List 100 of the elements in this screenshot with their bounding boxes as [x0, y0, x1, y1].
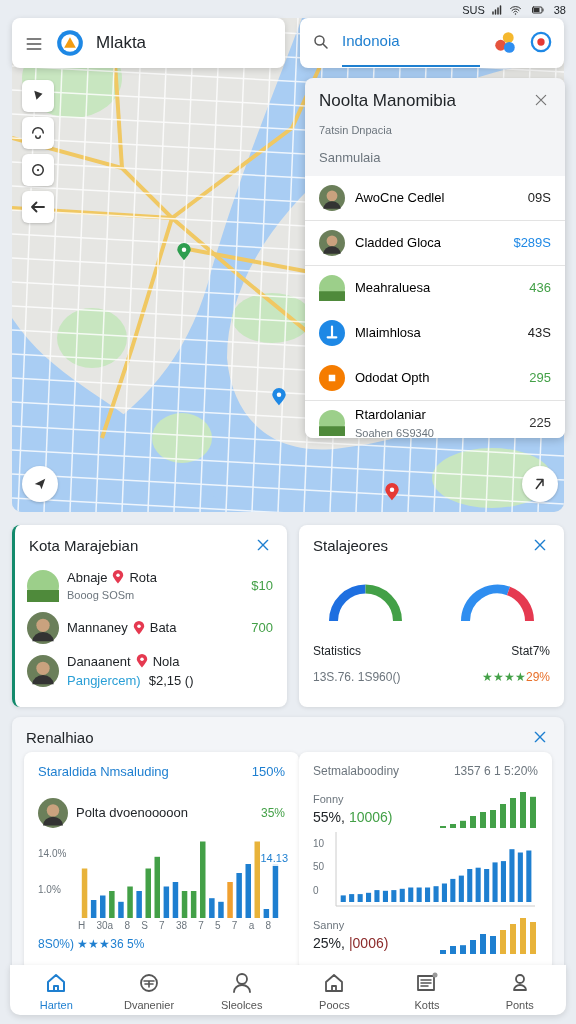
chart-bar: [492, 862, 498, 902]
item-name: Cladded Gloca: [355, 233, 442, 252]
card-title: Stalajeores: [313, 536, 389, 556]
item-value: 43S: [527, 324, 551, 343]
user-button[interactable]: [22, 117, 54, 149]
person-detail: Booog SOSm: [67, 588, 136, 603]
place-label: Nola: [152, 652, 180, 671]
chart-bar: [163, 886, 170, 918]
list-item[interactable]: Rtardolaniar Soahen 6S9340 225: [305, 400, 565, 438]
list-item[interactable]: Ododat Opth 295: [305, 355, 565, 401]
chart-bar: [272, 863, 279, 918]
list-item[interactable]: Cladded Gloca $289S: [305, 220, 565, 266]
list-item[interactable]: Meahraluesa 436: [305, 265, 565, 311]
chart-bar: [399, 888, 405, 902]
chart-bar: [90, 899, 97, 918]
person-name: Danaanent: [67, 652, 131, 671]
metric-detail: |0006): [348, 934, 389, 953]
chart-bar: [374, 890, 380, 902]
chart-bar: [127, 886, 133, 918]
chart-bar: [145, 868, 151, 918]
nav-tab[interactable]: Dvanenier: [102, 965, 196, 1015]
chart-bar: [470, 816, 476, 828]
chart-bar: [218, 901, 224, 918]
chart-bar: [517, 852, 523, 902]
avatar-placeholder: [38, 797, 68, 828]
item-name: Mlaimhlosa: [355, 324, 422, 343]
chart-bar: [467, 869, 473, 902]
chart-value: 1357 6 1 5:20%: [453, 763, 538, 780]
logo-icon: [56, 29, 84, 57]
search-field[interactable]: Indonoia: [300, 18, 564, 68]
chart-bar: [357, 894, 363, 902]
chart-bar: [460, 820, 466, 828]
nav-tab[interactable]: Poocs: [288, 965, 381, 1015]
photo-placeholder: [27, 569, 59, 602]
chart-title: Staraldida Nmsaluding: [38, 763, 169, 781]
flag-button[interactable]: [22, 80, 54, 112]
chart-bar: [500, 804, 506, 828]
gauge-label: Stat7%: [511, 642, 550, 660]
list-item[interactable]: Mlaimhlosa 43S: [305, 310, 565, 356]
item-value: 436: [529, 279, 551, 298]
tag-icon: [319, 364, 345, 391]
globe-icon: [137, 971, 161, 995]
section-label: Sanmulaia: [318, 149, 382, 167]
item-value: $289S: [513, 233, 551, 252]
chart-bar: [340, 895, 346, 902]
chart-bar: [100, 895, 106, 918]
chart-bar: [500, 861, 506, 902]
person-name: Polta dvoenooooon: [76, 803, 190, 822]
chart-title: Setmalaboodiny: [313, 763, 400, 780]
avatar-placeholder: [319, 229, 345, 256]
person-value: $10: [251, 576, 273, 595]
item-value: 225: [529, 414, 551, 433]
chart-bar: [509, 849, 515, 902]
nav-tab[interactable]: Ponts: [473, 965, 567, 1015]
star-icon: ★: [492, 667, 504, 686]
rating-text: 29%: [525, 668, 550, 686]
chart-bar: [450, 946, 456, 954]
axis-label: 0: [313, 883, 320, 898]
chart-bar: [530, 922, 536, 954]
chart-bar: [118, 901, 124, 918]
metric-label: Fonny: [313, 791, 345, 807]
chart-bar: [81, 868, 88, 918]
target-button[interactable]: [22, 154, 54, 186]
star-icon: ★: [514, 667, 526, 686]
chart-bar: [263, 908, 270, 918]
chart-bar: [440, 950, 446, 954]
avatar-placeholder: [27, 655, 59, 687]
item-value: 09S: [527, 188, 551, 207]
chart-bar: [510, 798, 516, 828]
metric-label: Sanny: [313, 917, 346, 933]
chart-bar: [510, 924, 516, 954]
chart-bar: [480, 812, 486, 828]
chart-bar: [408, 887, 414, 902]
person-name: Mannaney: [67, 618, 128, 637]
chart-bar: [391, 890, 397, 902]
chart-bar: [441, 883, 447, 902]
chart-bar: [382, 890, 388, 902]
item-name: Ododat Opth: [355, 368, 431, 387]
search-icon: [312, 32, 330, 51]
metric-detail: 10006): [348, 808, 393, 827]
wifi-icon: [508, 4, 522, 16]
nav-tab[interactable]: Sleolces: [195, 965, 288, 1015]
chart-value: 150%: [251, 763, 285, 781]
list-item[interactable]: AwoCne Cedlel 09S: [305, 175, 565, 221]
avatar-placeholder: [27, 611, 59, 644]
record-icon: [530, 30, 552, 53]
chart-bar: [181, 890, 188, 918]
photo-placeholder: [319, 410, 345, 436]
carrier-text: SUS: [462, 2, 485, 18]
nav-tab[interactable]: Harten: [10, 965, 103, 1015]
chart-bar: [154, 856, 160, 918]
item-name: Meahraluesa: [355, 279, 432, 298]
gauge-reading: 13S.76. 1S960(): [313, 668, 401, 686]
nav-tab[interactable]: Kotts: [380, 965, 474, 1015]
item-detail: Soahen 6S9340: [355, 425, 435, 438]
axis-label: H: [78, 918, 86, 933]
back-button[interactable]: [22, 191, 54, 223]
chart-bar: [490, 810, 496, 828]
card-title: Renalhiao: [26, 728, 94, 748]
chart-bar: [520, 792, 526, 828]
